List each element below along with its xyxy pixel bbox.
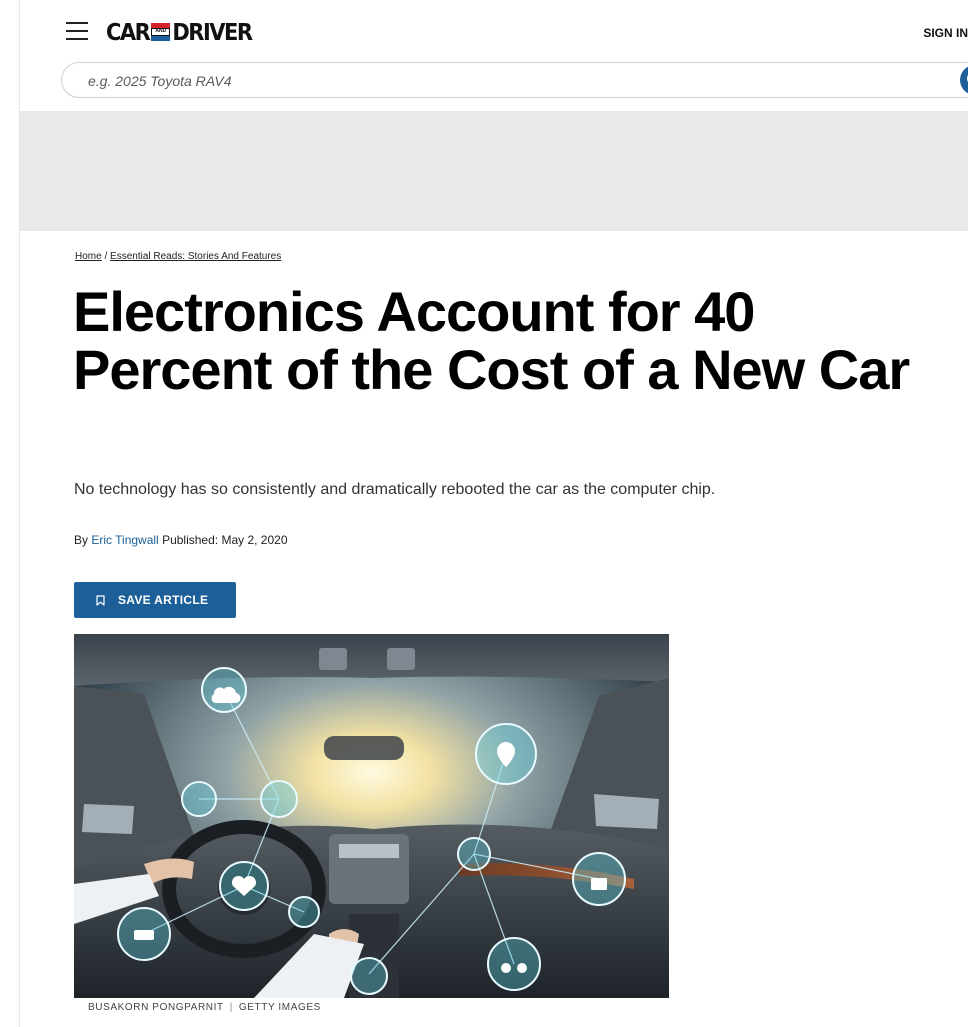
author-link[interactable]: Eric Tingwall xyxy=(91,533,158,547)
save-article-button[interactable]: SAVE ARTICLE xyxy=(74,582,236,618)
sign-in-link[interactable]: SIGN IN xyxy=(923,26,968,40)
logo-driver-text: DRIVER xyxy=(172,18,253,46)
site-logo[interactable]: CAR AND DRIVER xyxy=(106,18,253,46)
ad-placeholder xyxy=(20,111,968,231)
car-interior-illustration xyxy=(74,634,669,998)
menu-icon[interactable] xyxy=(66,22,88,40)
site-header: CAR AND DRIVER SIGN IN xyxy=(20,0,968,112)
article-title: Electronics Account for 40 Percent of th… xyxy=(73,280,910,401)
search-bar xyxy=(61,62,968,98)
byline-prefix: By xyxy=(74,533,89,547)
published-label: Published: xyxy=(162,533,219,547)
breadcrumb-section[interactable]: Essential Reads: Stories And Features xyxy=(110,251,281,262)
image-credit-agency: GETTY IMAGES xyxy=(238,1002,321,1013)
byline: By Eric Tingwall Published: May 2, 2020 xyxy=(74,533,288,547)
image-credit-separator: | xyxy=(229,1002,233,1013)
logo-car-text: CAR xyxy=(106,18,151,46)
published-date: May 2, 2020 xyxy=(221,533,288,547)
hero-image[interactable] xyxy=(74,634,669,998)
search-input[interactable] xyxy=(86,71,910,91)
image-credit-photographer: BUSAKORN PONGPARNIT xyxy=(88,1002,224,1013)
image-credit: BUSAKORN PONGPARNIT | GETTY IMAGES xyxy=(88,1002,321,1013)
page-left-gutter xyxy=(0,0,20,1027)
logo-and-mark: AND xyxy=(151,23,171,41)
search-button[interactable] xyxy=(960,65,968,95)
breadcrumb: Home / Essential Reads: Stories And Feat… xyxy=(75,251,281,262)
article-dek: No technology has so consistently and dr… xyxy=(74,481,716,498)
breadcrumb-home[interactable]: Home xyxy=(75,251,102,262)
bookmark-icon xyxy=(96,594,105,606)
save-article-label: SAVE ARTICLE xyxy=(118,593,209,607)
